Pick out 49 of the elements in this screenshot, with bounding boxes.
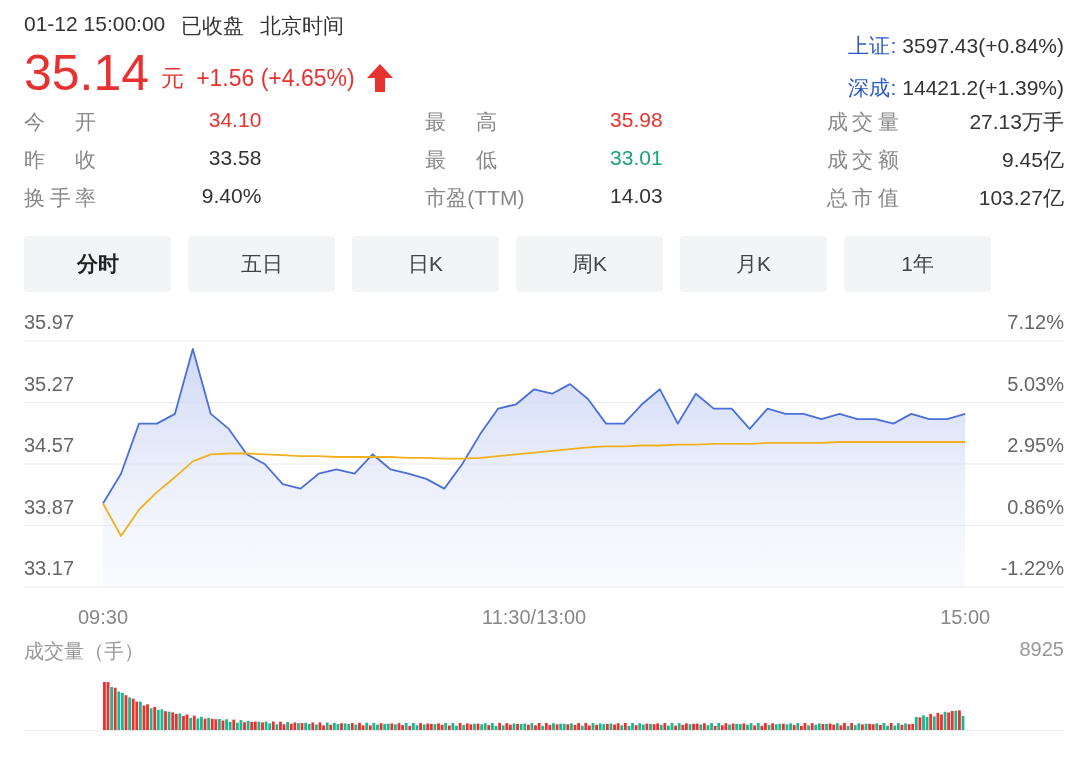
period-tab[interactable]: 1年 [844, 236, 991, 292]
index-name[interactable]: 深成: [848, 76, 897, 99]
y-axis-label: 35.97 [24, 311, 75, 333]
stat-label: 成交额 [826, 147, 899, 173]
stat-label: 市盈(TTM) [425, 185, 525, 211]
stat-value: 9.40% [201, 184, 262, 209]
volume-max-label: 8925 [1019, 638, 1064, 662]
percent-axis-label: -1.22% [1000, 557, 1064, 579]
stat-label: 最高 [425, 109, 498, 135]
stat-label: 总市值 [826, 185, 899, 211]
period-tab[interactable]: 周K [516, 236, 663, 292]
stat-value: 14.03 [610, 184, 663, 209]
index-value: 3597.43(+0.84%) [902, 34, 1064, 57]
x-axis-label: 11:30/13:00 [482, 606, 587, 628]
y-axis-label: 33.17 [24, 557, 75, 579]
stat-label: 今开 [24, 109, 96, 135]
stat-label: 成交量 [826, 109, 899, 135]
period-tab[interactable]: 日K [352, 236, 499, 292]
stat-label: 最低 [425, 147, 498, 173]
price-change: +1.56 (+4.65%) [196, 64, 355, 92]
percent-axis-label: 2.95% [1007, 434, 1064, 456]
period-tab[interactable]: 分时 [24, 236, 171, 292]
percent-axis-label: 7.12% [1007, 311, 1064, 333]
timezone-label: 北京时间 [260, 13, 345, 39]
y-axis-label: 35.27 [24, 372, 75, 395]
stat-value: 34.10 [208, 108, 262, 133]
x-axis-label: 09:30 [78, 606, 129, 628]
percent-axis-label: 5.03% [1007, 372, 1064, 395]
stat-value: 103.27亿 [978, 185, 1064, 211]
x-axis-label: 15:00 [940, 606, 991, 628]
stat-label: 昨收 [24, 147, 96, 173]
y-axis-label: 34.57 [24, 434, 75, 456]
y-axis-label: 33.87 [24, 495, 75, 518]
percent-axis-label: 0.86% [1007, 495, 1064, 518]
stat-value: 35.98 [610, 108, 663, 133]
volume-title: 成交量（手） [24, 639, 144, 664]
current-price: 35.14 [24, 44, 150, 102]
period-tab[interactable]: 月K [680, 236, 827, 292]
index-value: 14421.2(+1.39%) [902, 76, 1064, 99]
stat-value: 33.58 [208, 146, 262, 171]
quote-datetime: 01-12 15:00:00 [24, 12, 166, 37]
index-name[interactable]: 上证: [848, 34, 897, 57]
price-unit: 元 [161, 63, 185, 93]
stat-value: 9.45亿 [1002, 147, 1064, 173]
stat-label: 换手率 [24, 185, 96, 211]
stat-value: 27.13万手 [969, 109, 1064, 135]
period-tab[interactable]: 五日 [188, 236, 335, 292]
market-status: 已收盘 [181, 13, 245, 39]
stat-value: 33.01 [610, 146, 663, 171]
